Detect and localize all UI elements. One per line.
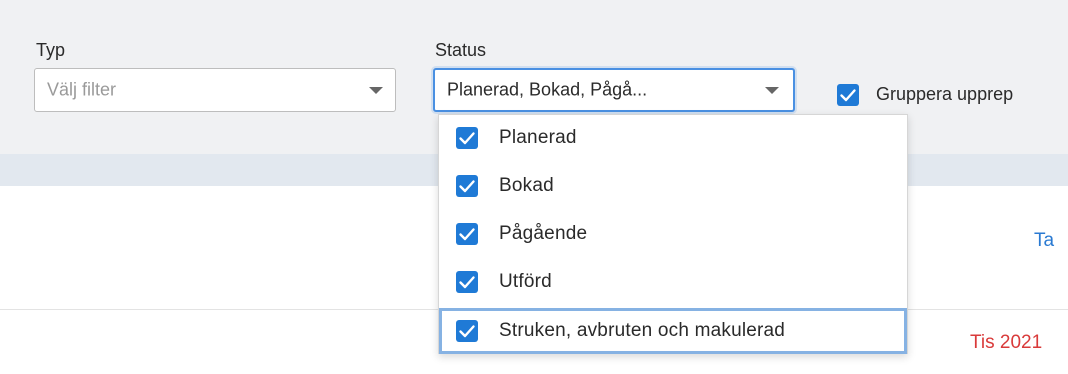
checkmark-icon	[459, 325, 475, 338]
typ-label: Typ	[36, 40, 66, 60]
typ-placeholder: Välj filter	[47, 79, 117, 100]
status-option-checkbox[interactable]	[456, 127, 478, 149]
typ-select[interactable]: Välj filter	[34, 68, 396, 112]
checkmark-icon	[840, 89, 856, 102]
status-option-pagaende[interactable]: Pågående	[439, 211, 907, 257]
chevron-down-icon	[369, 87, 383, 94]
status-option-label: Bokad	[499, 175, 554, 196]
status-select[interactable]: Planerad, Bokad, Pågå...	[433, 68, 795, 112]
status-option-checkbox[interactable]	[456, 320, 478, 342]
status-value: Planerad, Bokad, Pågå...	[447, 79, 648, 100]
group-checkbox-label: Gruppera upprep	[876, 84, 1014, 104]
content-link[interactable]: Ta	[1034, 230, 1054, 252]
group-checkbox[interactable]	[837, 84, 859, 106]
status-label: Status	[435, 40, 487, 60]
checkmark-icon	[459, 276, 475, 289]
status-option-label: Pågående	[499, 223, 588, 244]
status-option-checkbox[interactable]	[456, 223, 478, 245]
checkmark-icon	[459, 228, 475, 241]
date-text: Tis 2021	[970, 332, 1043, 353]
status-option-label: Utförd	[499, 271, 552, 292]
status-option-label: Planerad	[499, 127, 577, 148]
checkmark-icon	[459, 132, 475, 145]
status-option-label: Struken, avbruten och makulerad	[499, 320, 786, 341]
status-option-checkbox[interactable]	[456, 271, 478, 293]
status-option-utford[interactable]: Utförd	[439, 259, 907, 305]
status-option-checkbox[interactable]	[456, 175, 478, 197]
chevron-down-icon	[765, 87, 779, 94]
status-option-planerad[interactable]: Planerad	[439, 115, 907, 161]
status-option-bokad[interactable]: Bokad	[439, 163, 907, 209]
checkmark-icon	[459, 180, 475, 193]
status-dropdown: Planerad Bokad Pågående Utförd Struken, …	[438, 114, 908, 354]
status-option-struken[interactable]: Struken, avbruten och makulerad	[439, 308, 907, 354]
